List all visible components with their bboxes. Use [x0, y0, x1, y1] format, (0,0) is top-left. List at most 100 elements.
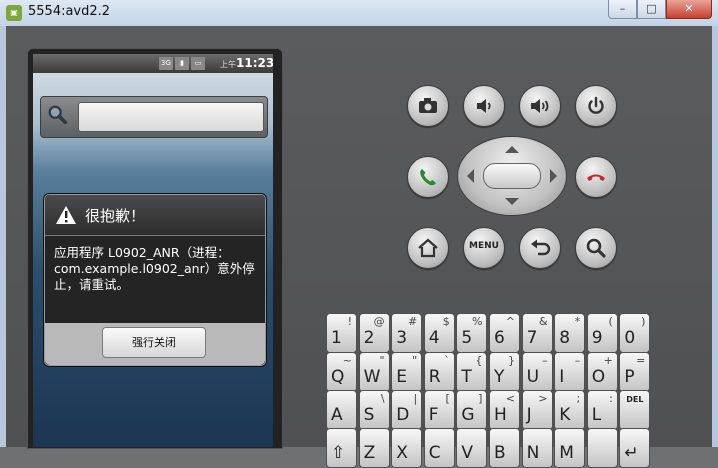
key[interactable]: X [391, 428, 423, 468]
key-label: K [559, 405, 571, 425]
minimize-button[interactable]: – [608, 0, 637, 19]
key-alt-label: ] [478, 392, 483, 405]
key[interactable]: Z [358, 428, 390, 468]
key[interactable]: 6 ^ [489, 313, 520, 353]
key[interactable]: 0) [619, 313, 651, 353]
key[interactable] [586, 428, 618, 468]
key-label: V [461, 443, 474, 463]
key[interactable]: U – [521, 352, 553, 392]
key[interactable]: V [456, 428, 488, 468]
key-label: S [363, 405, 375, 425]
key-alt-label: > [538, 392, 548, 405]
key[interactable]: C [423, 428, 455, 468]
key[interactable]: I – [554, 352, 586, 392]
key-label: 7 [526, 328, 538, 348]
hardware-keyboard: 1! 2 @3 #4 $5% 6 ^ 7 & 8 * 9(0) Q ~ W " E " R ` T{Y} U – I – O + P =… [322, 310, 712, 468]
key-label: B [494, 443, 506, 463]
key[interactable]: E " [391, 352, 423, 392]
key-label: ⇧ [331, 443, 346, 463]
status-time: 11:23 [236, 56, 273, 70]
volume-down-button[interactable] [463, 85, 505, 127]
key[interactable]: 4 $ [423, 313, 455, 353]
key[interactable]: ⇧ [326, 428, 357, 468]
key[interactable]: Y} [489, 352, 520, 392]
red-phone-icon [587, 174, 605, 181]
key-alt-label: # [407, 315, 418, 328]
key-label: U [526, 367, 540, 387]
dpad-right-icon[interactable] [550, 169, 557, 183]
volume-up-button[interactable] [519, 85, 561, 127]
key[interactable]: P = [619, 352, 651, 392]
camera-icon [419, 98, 437, 113]
key[interactable]: N [521, 428, 553, 468]
key[interactable]: H < [489, 390, 520, 430]
key[interactable]: 2 @ [358, 313, 390, 353]
key[interactable]: K; [554, 390, 586, 430]
key[interactable]: T{ [456, 352, 488, 392]
end-call-button[interactable] [575, 156, 617, 198]
key-alt-label: { [475, 354, 483, 367]
key-label: M [559, 443, 574, 463]
phone-screen[interactable]: 3G ▮ ▭ 上午 11:23 很抱歉！ 应用程序 L0902_ANR（进程：c… [33, 54, 273, 447]
network-3g-icon: 3G [159, 57, 173, 70]
key[interactable]: 1! [326, 313, 357, 353]
key[interactable]: DEL [619, 390, 651, 430]
key[interactable]: L: [586, 390, 618, 430]
key-alt-label: ! [347, 315, 352, 328]
key-alt-label: % [471, 315, 483, 328]
dpad-left-icon[interactable] [467, 169, 474, 183]
key[interactable]: D | [391, 390, 423, 430]
key[interactable]: 8 * [554, 313, 586, 353]
google-search-widget[interactable] [40, 96, 268, 138]
search-input[interactable] [78, 102, 264, 132]
key[interactable]: S \ [358, 390, 390, 430]
key[interactable]: 7 & [521, 313, 553, 353]
back-button[interactable] [519, 227, 561, 269]
key-label: T [461, 367, 472, 387]
menu-button[interactable]: MENU [463, 227, 505, 269]
force-close-button[interactable]: 强行关闭 [102, 327, 206, 358]
key[interactable]: ↵ [619, 428, 651, 468]
key-label: 3 [396, 328, 408, 348]
key-label: O [591, 367, 606, 387]
key[interactable]: M [554, 428, 586, 468]
camera-button[interactable] [407, 85, 449, 127]
key[interactable]: Q ~ [326, 352, 357, 392]
key[interactable]: B [489, 428, 520, 468]
key[interactable]: 5% [456, 313, 488, 353]
back-arrow-icon [531, 239, 551, 256]
key-alt-label: ^ [505, 315, 515, 328]
search-button[interactable] [575, 227, 617, 269]
key[interactable]: R ` [423, 352, 455, 392]
key[interactable]: J > [521, 390, 553, 430]
key[interactable]: 3 # [391, 313, 423, 353]
key[interactable]: G] [456, 390, 488, 430]
key-label: I [559, 367, 565, 387]
maximize-button[interactable]: □ [637, 0, 666, 19]
window-title: 5554:avd2.2 [28, 4, 111, 19]
window-frame-right [712, 26, 718, 447]
key[interactable]: A [326, 390, 357, 430]
dpad[interactable] [457, 136, 567, 216]
key-label: R [428, 367, 441, 387]
force-close-dialog: 很抱歉！ 应用程序 L0902_ANR（进程：com.example.l0902… [44, 194, 266, 366]
call-button[interactable] [407, 156, 449, 198]
key-label: Y [494, 367, 505, 387]
dpad-up-icon[interactable] [505, 146, 519, 153]
key-label: G [461, 405, 475, 425]
key[interactable]: W " [358, 352, 390, 392]
dpad-center-button[interactable] [483, 163, 541, 189]
dpad-down-icon[interactable] [505, 198, 519, 205]
key-label: 0 [624, 328, 636, 348]
key[interactable]: O + [586, 352, 618, 392]
menu-label: MENU [469, 241, 499, 251]
search-icon[interactable] [46, 104, 68, 126]
close-button[interactable]: ✕ [666, 0, 712, 19]
key-label: W [363, 367, 381, 387]
key-label: X [396, 443, 408, 463]
power-button[interactable] [575, 85, 617, 127]
home-button[interactable] [407, 227, 449, 269]
key[interactable]: 9( [586, 313, 618, 353]
key-alt-label: * [574, 315, 581, 328]
key[interactable]: F[ [423, 390, 455, 430]
